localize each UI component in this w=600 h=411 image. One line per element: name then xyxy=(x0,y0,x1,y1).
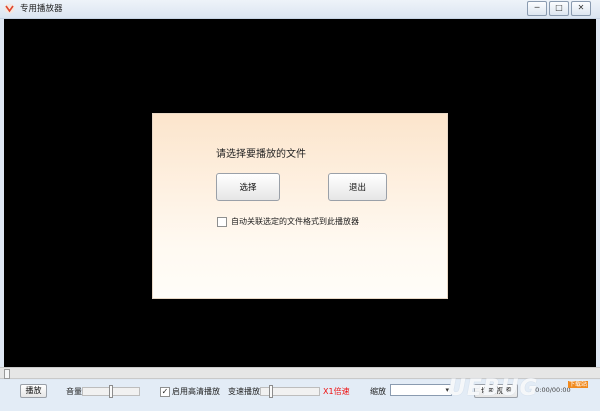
app-logo-icon xyxy=(4,3,15,14)
volume-slider[interactable] xyxy=(82,385,140,398)
open-file-dialog: 请选择要播放的文件 选择 退出 自动关联选定的文件格式到此播放器 xyxy=(152,113,448,299)
zoom-label: 缩放 xyxy=(370,387,386,396)
watermark-sub: 下载站 xyxy=(568,381,589,388)
seek-handle[interactable] xyxy=(4,369,10,379)
close-button[interactable]: ✕ xyxy=(571,1,591,16)
speed-label: 变速播放 xyxy=(228,387,260,396)
hd-playback-label: 启用高清播放 xyxy=(172,387,220,396)
volume-slider-handle[interactable] xyxy=(109,385,113,398)
speed-value: X1倍速 xyxy=(323,387,350,396)
speed-slider[interactable] xyxy=(260,385,320,398)
exit-button[interactable]: 退出 xyxy=(328,173,387,201)
zoom-select[interactable]: ▾ xyxy=(390,384,452,396)
maximize-button[interactable]: □ xyxy=(549,1,569,16)
select-file-button[interactable]: 选择 xyxy=(216,173,280,201)
title-bar[interactable]: 专用播放器 ─ □ ✕ xyxy=(0,0,600,19)
speed-slider-handle[interactable] xyxy=(269,385,273,398)
play-button[interactable]: 播放 xyxy=(20,384,47,398)
minimize-button[interactable]: ─ xyxy=(527,1,547,16)
auto-associate-label: 自动关联选定的文件格式到此播放器 xyxy=(231,217,359,226)
watermark-logo: UEBUG xyxy=(448,376,539,401)
auto-associate-checkbox[interactable] xyxy=(217,217,227,227)
dialog-prompt: 请选择要播放的文件 xyxy=(216,149,306,160)
hd-playback-checkbox[interactable]: ✓ xyxy=(160,387,170,397)
volume-label: 音量 xyxy=(66,387,82,396)
window-title: 专用播放器 xyxy=(20,4,63,14)
